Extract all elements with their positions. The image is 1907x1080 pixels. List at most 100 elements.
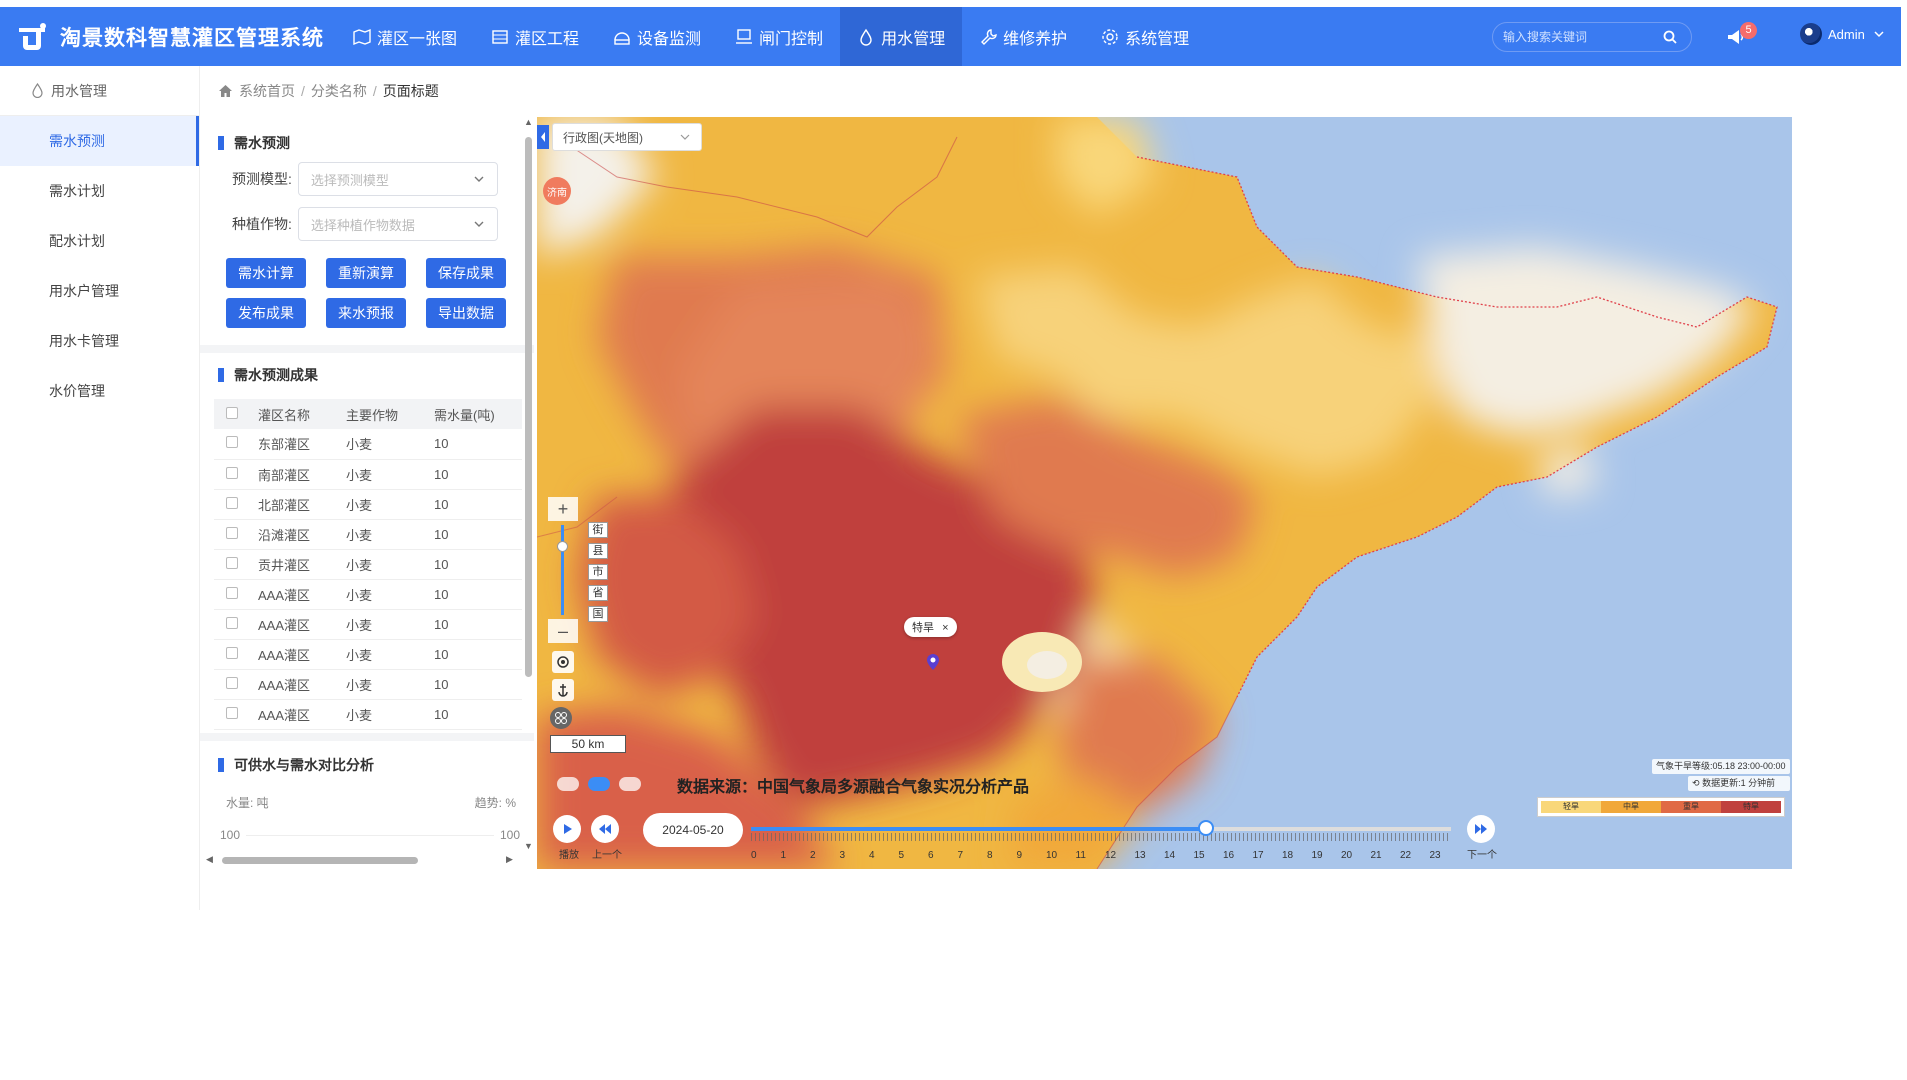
layers-icon[interactable] (550, 707, 572, 729)
legend-item-moderate: 中旱 (1601, 801, 1661, 813)
table-row[interactable]: 贡井灌区 小麦 10 (214, 549, 522, 580)
column-header: 灌区名称 (258, 399, 346, 429)
panel-horizontal-scrollbar[interactable]: ◀ ▶ (206, 853, 522, 867)
legend-item-extreme: 特旱 (1721, 801, 1781, 813)
sidebar-item-plan[interactable]: 需水计划 (0, 166, 199, 216)
hour-label: 20 (1341, 850, 1353, 861)
level-province[interactable]: 省 (588, 585, 608, 601)
crop-select[interactable]: 选择种植作物数据 (297, 207, 498, 241)
table-cell: AAA灌区 (258, 699, 346, 730)
export-button[interactable]: 导出数据 (426, 298, 506, 328)
zoom-out-button[interactable]: – (548, 619, 578, 643)
compare-tick-labels: 100 100 (220, 828, 520, 842)
row-checkbox[interactable] (226, 466, 238, 479)
scroll-thumb[interactable] (525, 137, 532, 677)
search-input[interactable] (1503, 30, 1663, 44)
table-row[interactable]: 北部灌区 小麦 10 (214, 489, 522, 520)
level-county[interactable]: 县 (588, 543, 608, 559)
table-cell: 小麦 (346, 699, 434, 730)
nav-item-water[interactable]: 用水管理 (840, 7, 963, 66)
user-menu[interactable]: Admin (1800, 23, 1885, 45)
sidebar-item-cards[interactable]: 用水卡管理 (0, 316, 199, 366)
hour-label: 15 (1193, 850, 1205, 861)
nav-item-monitor[interactable]: 设备监测 (596, 7, 718, 66)
locate-icon[interactable] (552, 651, 574, 673)
sidebar-item-forecast[interactable]: 需水预测 (0, 116, 199, 166)
sidebar-item-users[interactable]: 用水户管理 (0, 266, 199, 316)
search-icon[interactable] (1663, 30, 1677, 44)
zoom-handle[interactable] (557, 541, 568, 552)
row-checkbox[interactable] (226, 646, 238, 659)
timeline-slider[interactable] (751, 820, 1451, 836)
model-select[interactable]: 选择预测模型 (297, 162, 498, 196)
location-pin-icon[interactable] (926, 653, 940, 671)
breadcrumb-home[interactable]: 系统首页 (239, 81, 295, 101)
map-layer-select[interactable]: 行政图(天地图) (552, 123, 702, 151)
map-layer-label: 行政图(天地图) (563, 130, 643, 145)
level-country[interactable]: 国 (588, 606, 608, 622)
table-row[interactable]: 南部灌区 小麦 10 (214, 459, 522, 490)
row-checkbox[interactable] (226, 616, 238, 629)
zoom-in-button[interactable]: + (548, 497, 578, 521)
row-checkbox[interactable] (226, 706, 238, 719)
nav-item-system[interactable]: 系统管理 (1084, 7, 1206, 66)
table-row[interactable]: AAA灌区 小麦 10 (214, 579, 522, 610)
refresh-icon[interactable]: ⟲ (1692, 778, 1700, 788)
previous-button[interactable] (591, 815, 619, 843)
select-all-checkbox[interactable] (226, 406, 238, 419)
table-row[interactable]: 沿滩灌区 小麦 10 (214, 519, 522, 550)
timeline-handle[interactable] (1198, 820, 1214, 836)
nav-item-project[interactable]: 灌区工程 (474, 7, 596, 66)
play-button[interactable] (553, 815, 581, 843)
panel-vertical-scrollbar[interactable]: ▲ ▼ (522, 117, 534, 855)
table-cell: 小麦 (346, 609, 434, 640)
row-checkbox[interactable] (226, 496, 238, 509)
nav-item-map[interactable]: 灌区一张图 (336, 7, 474, 66)
panel-collapse-toggle[interactable] (537, 125, 549, 149)
table-row[interactable]: AAA灌区 小麦 10 (214, 699, 522, 730)
date-picker[interactable]: 2024-05-20 (643, 813, 743, 847)
table-row[interactable]: AAA灌区 小麦 10 (214, 609, 522, 640)
scroll-down-icon[interactable]: ▼ (524, 841, 533, 851)
compare-title: 可供水与需水对比分析 (218, 755, 374, 775)
close-icon[interactable]: × (942, 622, 948, 634)
row-checkbox[interactable] (226, 436, 238, 449)
row-checkbox-cell (214, 459, 258, 490)
sidebar: 用水管理 需水预测 需水计划 配水计划 用水户管理 用水卡管理 水价管理 (0, 66, 200, 910)
table-row[interactable]: AAA灌区 小麦 10 (214, 639, 522, 670)
calculate-button[interactable]: 需水计算 (226, 258, 306, 288)
recalculate-button[interactable]: 重新演算 (326, 258, 406, 288)
row-checkbox[interactable] (226, 526, 238, 539)
rain-icon[interactable] (588, 777, 610, 791)
table-row[interactable]: 东部灌区 小麦 10 (214, 429, 522, 460)
cloud-icon[interactable] (557, 777, 579, 791)
sidebar-item-price[interactable]: 水价管理 (0, 366, 199, 416)
level-street[interactable]: 街 (588, 522, 608, 538)
publish-button[interactable]: 发布成果 (226, 298, 306, 328)
city-badge[interactable]: 济南 (543, 177, 571, 205)
row-checkbox-cell (214, 549, 258, 580)
level-city[interactable]: 市 (588, 564, 608, 580)
sidebar-item-distribution[interactable]: 配水计划 (0, 216, 199, 266)
row-checkbox[interactable] (226, 676, 238, 689)
anchor-icon[interactable] (552, 679, 574, 701)
scroll-right-icon[interactable]: ▶ (506, 854, 513, 865)
table-cell: 东部灌区 (258, 429, 346, 460)
table-row[interactable]: AAA灌区 小麦 10 (214, 669, 522, 700)
save-button[interactable]: 保存成果 (426, 258, 506, 288)
inflow-forecast-button[interactable]: 来水预报 (326, 298, 406, 328)
scroll-left-icon[interactable]: ◀ (206, 854, 213, 865)
nav-item-maintenance[interactable]: 维修养护 (962, 7, 1084, 66)
row-checkbox[interactable] (226, 586, 238, 599)
next-button[interactable] (1467, 815, 1495, 843)
scroll-thumb[interactable] (222, 857, 418, 864)
wind-icon[interactable] (619, 777, 641, 791)
scroll-up-icon[interactable]: ▲ (524, 117, 533, 127)
nav-item-gate[interactable]: 闸门控制 (718, 7, 840, 66)
zoom-slider[interactable] (548, 521, 578, 619)
gate-icon (736, 28, 753, 44)
map-icon (353, 28, 371, 45)
drought-map[interactable]: 行政图(天地图) 济南 + – 街 县 市 省 国 50 km 数据来源：中国气… (537, 117, 1792, 869)
row-checkbox[interactable] (226, 556, 238, 569)
breadcrumb-category[interactable]: 分类名称 (311, 81, 367, 101)
